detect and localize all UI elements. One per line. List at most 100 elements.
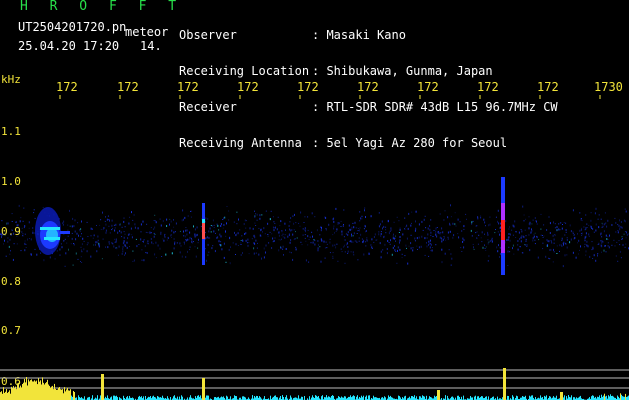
noise-dot <box>463 239 465 242</box>
noise-dot <box>347 233 349 236</box>
noise-dot <box>7 240 9 243</box>
noise-dot <box>473 246 474 249</box>
noise-dot <box>575 256 577 259</box>
noise-dot <box>129 246 130 247</box>
noise-dot <box>430 231 432 234</box>
noise-dot <box>184 216 186 219</box>
x-tick: 172 <box>477 80 499 94</box>
noise-dot <box>230 246 231 248</box>
noise-dot <box>524 244 526 246</box>
level-bar <box>423 396 424 400</box>
noise-dot <box>601 242 603 244</box>
noise-dot <box>394 245 395 247</box>
noise-dot <box>149 231 151 234</box>
level-bar <box>49 385 50 400</box>
noise-dot <box>287 235 289 238</box>
noise-dot <box>417 237 418 239</box>
meteor-echo-mid <box>202 203 205 265</box>
noise-dot <box>80 246 82 248</box>
noise-dot <box>411 211 413 213</box>
noise-dot <box>10 233 12 236</box>
noise-dot <box>68 248 69 251</box>
noise-dot <box>274 223 276 224</box>
noise-dot <box>600 240 602 242</box>
noise-dot <box>506 238 508 241</box>
noise-dot <box>235 233 237 235</box>
noise-dot <box>344 262 346 264</box>
noise-dot <box>132 250 134 252</box>
noise-dot <box>625 243 627 245</box>
noise-dot <box>93 234 95 237</box>
noise-dot <box>373 236 375 238</box>
noise-dot <box>301 244 303 246</box>
noise-dot <box>220 225 222 227</box>
level-bar <box>488 396 489 400</box>
noise-dot <box>9 253 11 255</box>
noise-dot <box>70 243 72 245</box>
app-title: H R O F F T <box>20 0 184 14</box>
noise-dot <box>470 229 472 232</box>
level-bar <box>47 379 48 400</box>
noise-dot <box>159 218 161 220</box>
level-bar <box>67 387 68 400</box>
noise-dot <box>196 234 198 237</box>
noise-dot <box>290 229 292 232</box>
noise-dot <box>619 219 620 222</box>
noise-dot <box>338 222 340 224</box>
noise-dot <box>344 239 346 241</box>
noise-dot <box>289 228 291 231</box>
noise-dot <box>143 259 145 262</box>
noise-dot <box>380 231 382 233</box>
noise-dot <box>332 234 334 236</box>
noise-dot <box>272 216 274 218</box>
noise-dot <box>176 242 178 244</box>
noise-dot <box>173 219 174 221</box>
level-bar <box>21 387 22 400</box>
noise-dot <box>414 240 416 242</box>
noise-dot <box>65 252 67 255</box>
noise-dot <box>494 232 496 234</box>
noise-dot <box>401 257 403 259</box>
noise-dot <box>218 240 220 243</box>
noise-dot <box>264 233 266 235</box>
noise-dot <box>190 210 191 212</box>
noise-dot <box>581 220 583 222</box>
noise-dot <box>236 223 238 225</box>
noise-dot <box>141 249 143 251</box>
noise-dot <box>461 251 463 252</box>
level-bar <box>331 396 332 400</box>
noise-dot <box>278 249 280 252</box>
level-bar <box>195 396 196 400</box>
noise-dot <box>145 231 147 233</box>
noise-dot <box>280 246 282 249</box>
noise-dot <box>357 259 359 261</box>
noise-dot <box>592 248 594 250</box>
level-bar <box>18 382 19 400</box>
noise-dot <box>336 228 338 231</box>
noise-dot <box>449 224 451 226</box>
noise-dot <box>160 231 162 233</box>
noise-dot <box>293 238 295 240</box>
noise-dot <box>120 231 122 234</box>
noise-dot <box>128 222 130 225</box>
noise-dot <box>482 246 484 249</box>
noise-dot <box>240 242 242 244</box>
noise-dot <box>443 236 445 238</box>
noise-dot <box>187 250 188 253</box>
noise-dot <box>462 237 464 240</box>
noise-dot <box>274 237 276 239</box>
noise-dot <box>553 248 554 251</box>
level-bar <box>315 395 316 400</box>
noise-dot <box>21 227 23 229</box>
level-bar <box>0 392 1 400</box>
noise-dot <box>487 260 489 262</box>
noise-dot <box>248 242 250 244</box>
noise-dot <box>584 243 586 245</box>
noise-dot <box>22 233 24 235</box>
noise-dot <box>190 237 192 239</box>
level-bar <box>621 394 622 400</box>
level-bar <box>162 395 163 400</box>
noise-dot <box>69 209 70 212</box>
noise-dot <box>237 232 239 235</box>
noise-dot <box>280 239 282 241</box>
